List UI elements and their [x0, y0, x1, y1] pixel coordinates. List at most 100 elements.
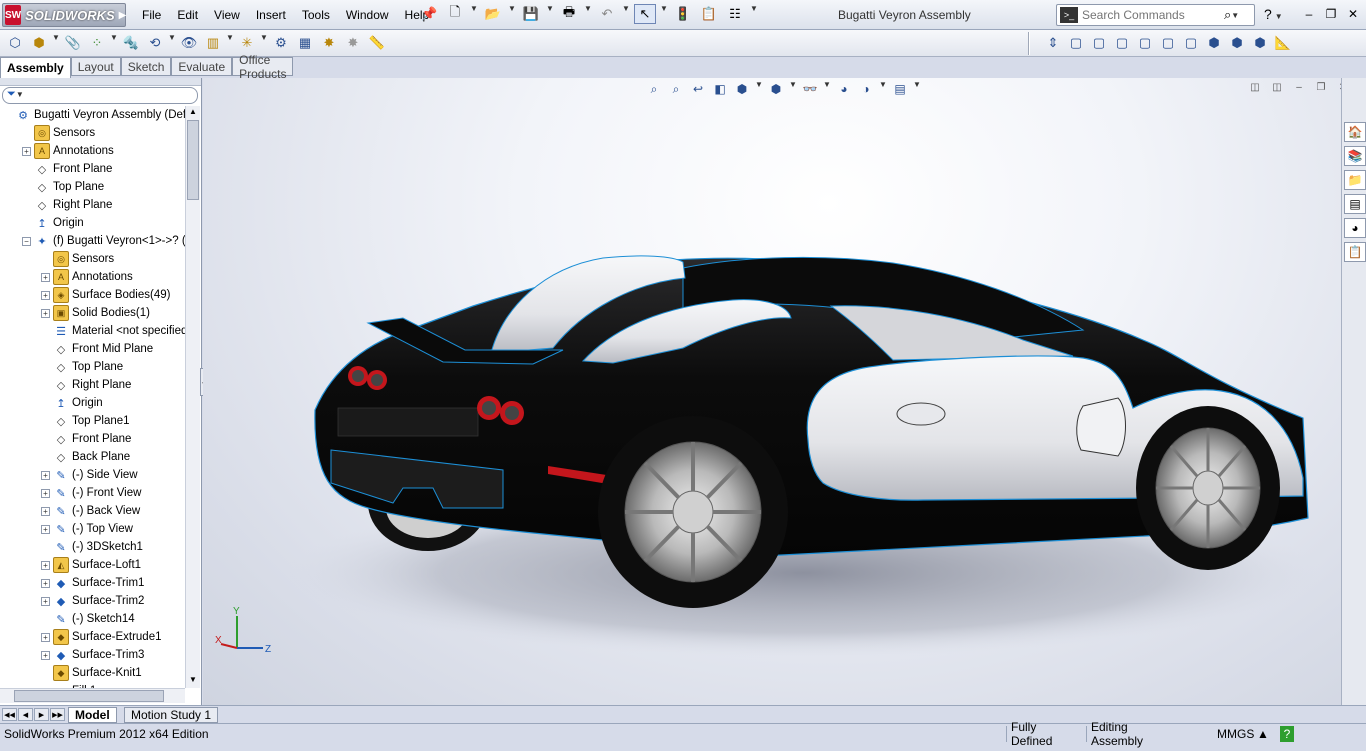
show-hidden-icon[interactable]: 👁 — [178, 33, 200, 53]
view-palette-icon[interactable]: ▤ — [1344, 194, 1366, 214]
tab-motion-study-1[interactable]: Motion Study 1 — [124, 707, 219, 723]
file-explorer-icon[interactable]: 📁 — [1344, 170, 1366, 190]
tab-model[interactable]: Model — [68, 707, 117, 723]
expand-icon[interactable]: + — [41, 290, 50, 300]
tree-horizontal-scrollbar[interactable] — [0, 688, 185, 703]
tree-node[interactable]: ◎ Sensors — [22, 124, 95, 142]
tree-node[interactable]: ◇ Front Plane — [22, 160, 113, 178]
view-dimetric-icon[interactable]: ⬢ — [1249, 33, 1271, 53]
tree-node[interactable]: ◇ Front Plane — [41, 430, 132, 448]
units-up-icon[interactable]: ▲ — [1253, 726, 1273, 742]
rebuild-icon[interactable]: 🚦 — [672, 4, 694, 24]
normal-to-icon[interactable]: ⇕ — [1042, 33, 1064, 53]
view-right-icon[interactable]: ▢ — [1134, 33, 1156, 53]
tree-node[interactable]: ◇ Top Plane — [22, 178, 104, 196]
expand-icon[interactable]: + — [41, 632, 50, 642]
tree-node[interactable]: + ▣ Solid Bodies(1) — [41, 304, 150, 322]
tree-node[interactable]: + ✎ (-) Back View — [41, 502, 140, 520]
tree-node[interactable]: ◇ Top Plane — [41, 358, 123, 376]
car-model-viewport[interactable] — [203, 78, 1341, 705]
design-library-icon[interactable]: 📚 — [1344, 146, 1366, 166]
scroll-thumb[interactable] — [187, 120, 199, 200]
tree-node[interactable]: ↥ Origin — [22, 214, 83, 232]
view-isometric-icon[interactable]: ⬢ — [1203, 33, 1225, 53]
measure-icon[interactable]: 📐 — [1272, 33, 1294, 53]
expand-icon[interactable]: + — [41, 308, 50, 318]
tab-layout[interactable]: Layout — [70, 57, 121, 76]
expand-icon[interactable]: + — [41, 578, 50, 588]
menu-edit[interactable]: Edit — [169, 8, 206, 22]
tree-node[interactable]: ⚙ Bugatti Veyron Assembly (Default< — [3, 106, 185, 124]
chevron-down-icon[interactable]: ▼ — [546, 4, 554, 24]
tree-node[interactable]: ☰ Material <not specified> — [41, 322, 185, 340]
status-help-icon[interactable]: ? — [1280, 726, 1294, 742]
chevron-down-icon[interactable]: ▼ — [1231, 11, 1239, 20]
expand-icon[interactable]: + — [41, 470, 50, 480]
menu-insert[interactable]: Insert — [248, 8, 294, 22]
chevron-down-icon[interactable]: ▼ — [226, 33, 234, 53]
appearances-icon[interactable]: ◕ — [1344, 218, 1366, 238]
last-tab-icon[interactable]: ▶▶ — [50, 708, 65, 721]
expand-icon[interactable]: + — [41, 560, 50, 570]
expand-icon[interactable]: + — [41, 272, 50, 282]
graphics-area[interactable]: ⌕ ⌕ ↩ ◧ ⬢▼ ⬢▼ 👓▼ ◕ ◑▼ ▤▼ ◫ ◫ – ❐ ✕ — [203, 78, 1341, 705]
tab-sketch[interactable]: Sketch — [120, 57, 172, 76]
menu-tools[interactable]: Tools — [294, 8, 338, 22]
smart-fasteners-icon[interactable]: 🔩 — [120, 33, 142, 53]
file-properties-icon[interactable]: 📋 — [698, 4, 720, 24]
undo-icon[interactable]: ↶ — [596, 4, 618, 24]
tree-node[interactable]: + A Annotations — [22, 142, 114, 160]
solidworks-resources-icon[interactable]: 🏠 — [1344, 122, 1366, 142]
chevron-down-icon[interactable]: ▼ — [660, 4, 668, 24]
tree-node[interactable]: ↥ Origin — [41, 394, 102, 412]
chevron-down-icon[interactable]: ▼ — [750, 4, 758, 24]
view-trimetric-icon[interactable]: ⬢ — [1226, 33, 1248, 53]
assembly-features-icon[interactable]: ▥ — [202, 33, 224, 53]
search-icon[interactable]: ⌕ — [1224, 7, 1231, 23]
explode-line-sketch-icon[interactable]: ✸ — [342, 33, 364, 53]
minimize-icon[interactable]: – — [1300, 5, 1318, 23]
solidworks-logo[interactable]: SW SOLIDWORKS ▶ — [2, 3, 126, 27]
tree-node[interactable]: + ✎ (-) Top View — [41, 520, 133, 538]
scroll-up-icon[interactable]: ▲ — [187, 107, 199, 119]
search-commands[interactable]: >_ ⌕ ▼ — [1056, 4, 1255, 26]
mate-icon[interactable]: 📎 — [62, 33, 84, 53]
tree-node[interactable]: + ◭ Surface-Loft1 — [41, 556, 141, 574]
tree-node[interactable]: ◇ Back Plane — [41, 448, 130, 466]
tab-evaluate[interactable]: Evaluate — [171, 57, 233, 76]
new-part-icon[interactable]: ⬢ — [28, 33, 50, 53]
scroll-thumb[interactable] — [14, 690, 164, 702]
new-motion-study-icon[interactable]: ⚙ — [270, 33, 292, 53]
view-front-icon[interactable]: ▢ — [1065, 33, 1087, 53]
pin-menu-icon[interactable]: 📌 — [421, 6, 437, 22]
tree-node[interactable]: ◇ Front Mid Plane — [41, 340, 153, 358]
tree-node[interactable]: ◎ Sensors — [41, 250, 114, 268]
bill-of-materials-icon[interactable]: ▦ — [294, 33, 316, 53]
prev-tab-icon[interactable]: ◀ — [18, 708, 33, 721]
help-icon[interactable]: ? ▼ — [1264, 6, 1283, 22]
tree-node[interactable]: + ◆ Surface-Trim3 — [41, 646, 144, 664]
linear-pattern-icon[interactable]: ⁘ — [86, 33, 108, 53]
chevron-down-icon[interactable]: ▼ — [168, 33, 176, 53]
view-bottom-icon[interactable]: ▢ — [1180, 33, 1202, 53]
collapse-icon[interactable]: − — [22, 236, 31, 246]
tree-node[interactable]: + A Annotations — [41, 268, 133, 286]
insert-components-icon[interactable]: ⬡ — [4, 33, 26, 53]
select-pointer-icon[interactable]: ↖ — [634, 4, 656, 24]
first-tab-icon[interactable]: ◀◀ — [2, 708, 17, 721]
tab-office-products[interactable]: Office Products — [232, 53, 294, 81]
tree-node[interactable]: + ✎ (-) Front View — [41, 484, 141, 502]
chevron-down-icon[interactable]: ▼ — [52, 33, 60, 53]
tab-assembly[interactable]: Assembly — [0, 57, 71, 78]
tree-node[interactable]: + ◆ Surface-Extrude1 — [41, 628, 162, 646]
view-top-icon[interactable]: ▢ — [1157, 33, 1179, 53]
chevron-down-icon[interactable]: ▼ — [110, 33, 118, 53]
view-left-icon[interactable]: ▢ — [1111, 33, 1133, 53]
expand-icon[interactable]: + — [41, 650, 50, 660]
chevron-down-icon[interactable]: ▼ — [584, 4, 592, 24]
move-component-icon[interactable]: ⟲ — [144, 33, 166, 53]
interference-detection-icon[interactable]: 📏 — [366, 33, 388, 53]
open-folder-icon[interactable]: 📂 — [482, 4, 504, 24]
chevron-down-icon[interactable]: ▼ — [622, 4, 630, 24]
tree-node[interactable]: ✎ (-) 3DSketch1 — [41, 538, 143, 556]
